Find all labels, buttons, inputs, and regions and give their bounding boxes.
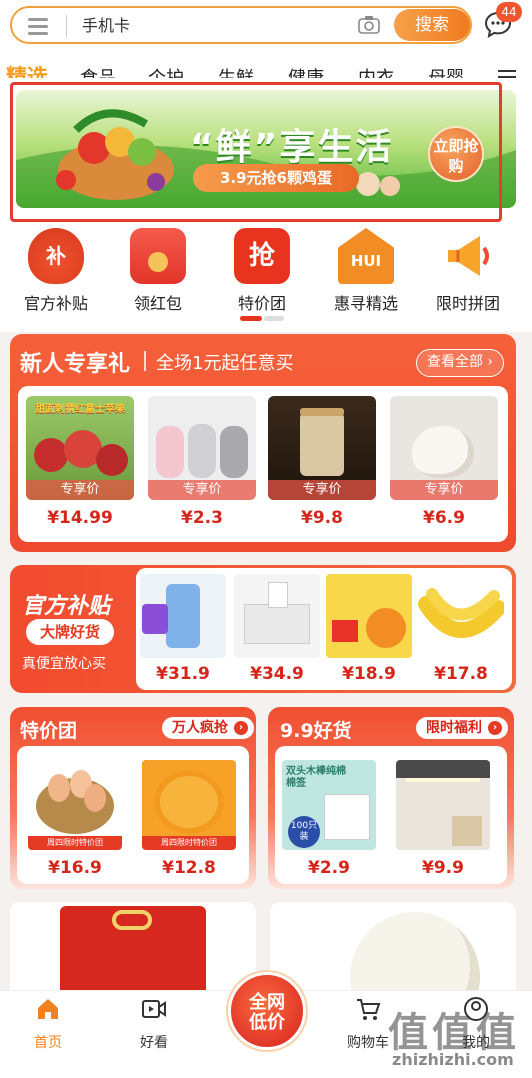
view-all-label: 查看全部 [426,354,483,370]
tab-label: 首页 [34,1035,62,1051]
search-divider [66,15,67,37]
cart-icon [357,999,381,1020]
product-price: ¥12.8 [162,858,216,878]
quick-nav-label: 惠寻精选 [333,294,398,313]
watermark-url: zhizhizhi.com [392,1050,514,1069]
highlight-box [10,82,502,222]
quick-nav-label: 官方补贴 [23,294,88,313]
title-divider [144,351,146,371]
grain-jar-image: 专享价 [268,396,376,500]
chevron-right-icon: › [234,721,248,735]
view-all-button[interactable]: 查看全部 › [416,349,504,377]
megaphone-icon [448,236,489,276]
product-card[interactable]: ¥17.8 [418,574,504,684]
slippers-image: 专享价 [148,396,256,500]
exclusive-price-tag: 专享价 [148,480,256,500]
product-card[interactable]: 专享价 ¥6.9 [390,396,498,528]
hui-house-icon: HUI [338,228,394,284]
new-user-subtitle: 全场1元起任意买 [156,353,294,374]
tab-label: 好看 [140,1035,168,1051]
quick-nav-flash-group[interactable]: 限时拼团 [420,228,516,314]
tissue-box-image [234,574,320,658]
tab-home[interactable]: 首页 [8,996,88,1052]
search-input[interactable]: 手机卡 [82,13,130,39]
chevron-right-icon: › [488,721,502,735]
official-subsidy-title: 官方补贴 [22,594,111,619]
cotton-swab-overlay-text: 双头木棒纯棉棉签 [286,766,346,789]
product-card[interactable]: 专享价 ¥2.3 [148,396,256,528]
product-price: ¥31.9 [156,664,210,684]
product-card[interactable]: ¥18.9 [326,574,412,684]
good-deals-pill[interactable]: 限时福利 › [416,717,508,739]
product-card[interactable]: 专享价 ¥9.8 [268,396,376,528]
official-subsidy-pill[interactable]: 大牌好货 [26,619,114,645]
search-button[interactable]: 搜索 [394,9,470,41]
good-deals-title: 9.9好货 [280,720,352,742]
product-price: ¥9.9 [422,858,464,878]
product-card[interactable]: ¥34.9 [234,574,320,684]
cotton-swab-image: 双头木棒纯棉棉签 100只装 [282,760,376,850]
quick-nav-label: 限时拼团 [435,294,500,313]
product-card[interactable]: 周四限时特价团 ¥16.9 [28,760,122,878]
banana-image [418,574,504,658]
message-badge: 44 [496,2,522,22]
exclusive-price-tag: 专享价 [26,480,134,500]
orange-box-image [326,574,412,658]
flash-deal-icon: 抢 [234,228,290,284]
chevron-right-icon: › [487,354,494,370]
product-price: ¥9.8 [301,508,343,528]
quick-nav-label: 领红包 [133,294,182,313]
quick-nav-red-packet[interactable]: 领红包 [110,228,206,314]
eggs-image: 周四限时特价团 [28,760,122,850]
special-group-title: 特价团 [20,720,78,742]
product-price: ¥18.9 [342,664,396,684]
tab-watch[interactable]: 好看 [114,996,194,1052]
product-price: ¥34.9 [250,664,304,684]
exclusive-price-tag: 专享价 [268,480,376,500]
official-subsidy-subtitle: 真便宜放心买 [22,656,106,672]
home-icon [38,999,58,1019]
video-icon [142,1000,166,1018]
count-badge: 100只装 [288,816,320,848]
product-price: ¥14.99 [47,508,113,528]
quick-nav-special-group[interactable]: 抢 特价团 [214,228,310,314]
scan-icon[interactable] [26,16,52,36]
exclusive-price-tag: 专享价 [390,480,498,500]
special-group-tag: 周四限时特价团 [28,836,122,850]
apple-image: 甜面刺猬红富士苹果 专享价 [26,396,134,500]
product-price: ¥2.9 [308,858,350,878]
special-group-tag: 周四限时特价团 [142,836,236,850]
product-card[interactable]: ¥9.9 [396,760,490,878]
apple-overlay-text: 甜面刺猬红富士苹果 [35,404,125,415]
product-price: ¥16.9 [48,858,102,878]
search-bar[interactable]: 手机卡 搜索 [10,6,472,44]
good-deals-pill-label: 限时福利 [426,720,482,736]
red-packet-icon [130,228,186,284]
quick-nav-hui-select[interactable]: HUI 惠寻精选 [318,228,414,314]
product-card[interactable]: ¥31.9 [140,574,226,684]
cabinet-light-image [396,760,490,850]
product-price: ¥6.9 [423,508,465,528]
subsidy-bag-icon: 补 [28,228,84,284]
garlic-image: 专享价 [390,396,498,500]
detergent-image [140,574,226,658]
product-price: ¥2.3 [181,508,223,528]
product-card[interactable]: 双头木棒纯棉棉签 100只装 ¥2.9 [282,760,376,878]
special-group-pill-label: 万人疯抢 [172,720,228,736]
new-user-title: 新人专享礼 [20,352,131,377]
quick-nav-label: 特价团 [237,294,286,313]
lowest-price-button[interactable]: 全网低价 [228,972,306,1050]
orange-image: 周四限时特价团 [142,760,236,850]
product-price: ¥17.8 [434,664,488,684]
product-card[interactable]: 周四限时特价团 ¥12.8 [142,760,236,878]
special-group-pill[interactable]: 万人疯抢 › [162,717,254,739]
camera-icon[interactable] [358,15,380,35]
product-card[interactable]: 甜面刺猬红富士苹果 专享价 ¥14.99 [26,396,134,528]
quick-nav-official-subsidy[interactable]: 补 官方补贴 [8,228,104,314]
page-indicator [240,316,284,321]
